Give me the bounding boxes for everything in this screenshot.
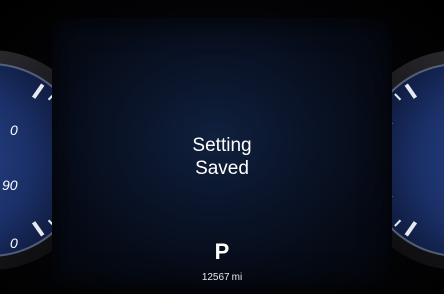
odometer-value: 12567 <box>201 272 230 283</box>
speed-label-2: 90 <box>2 177 18 193</box>
speed-label-3: 0 <box>10 235 18 251</box>
odometer-unit: mi <box>231 272 243 283</box>
status-message: Setting Saved <box>52 134 392 180</box>
status-message-line1: Setting <box>192 135 252 156</box>
center-display: Setting Saved P 12567 mi <box>52 18 392 288</box>
status-message-line2: Saved <box>195 158 249 179</box>
gear-indicator: P <box>214 239 230 264</box>
instrument-cluster: 0 90 0 Setting Saved P 12567 mi <box>0 0 444 294</box>
odometer: 12567 mi <box>52 272 392 284</box>
speed-label-1: 0 <box>10 122 18 138</box>
